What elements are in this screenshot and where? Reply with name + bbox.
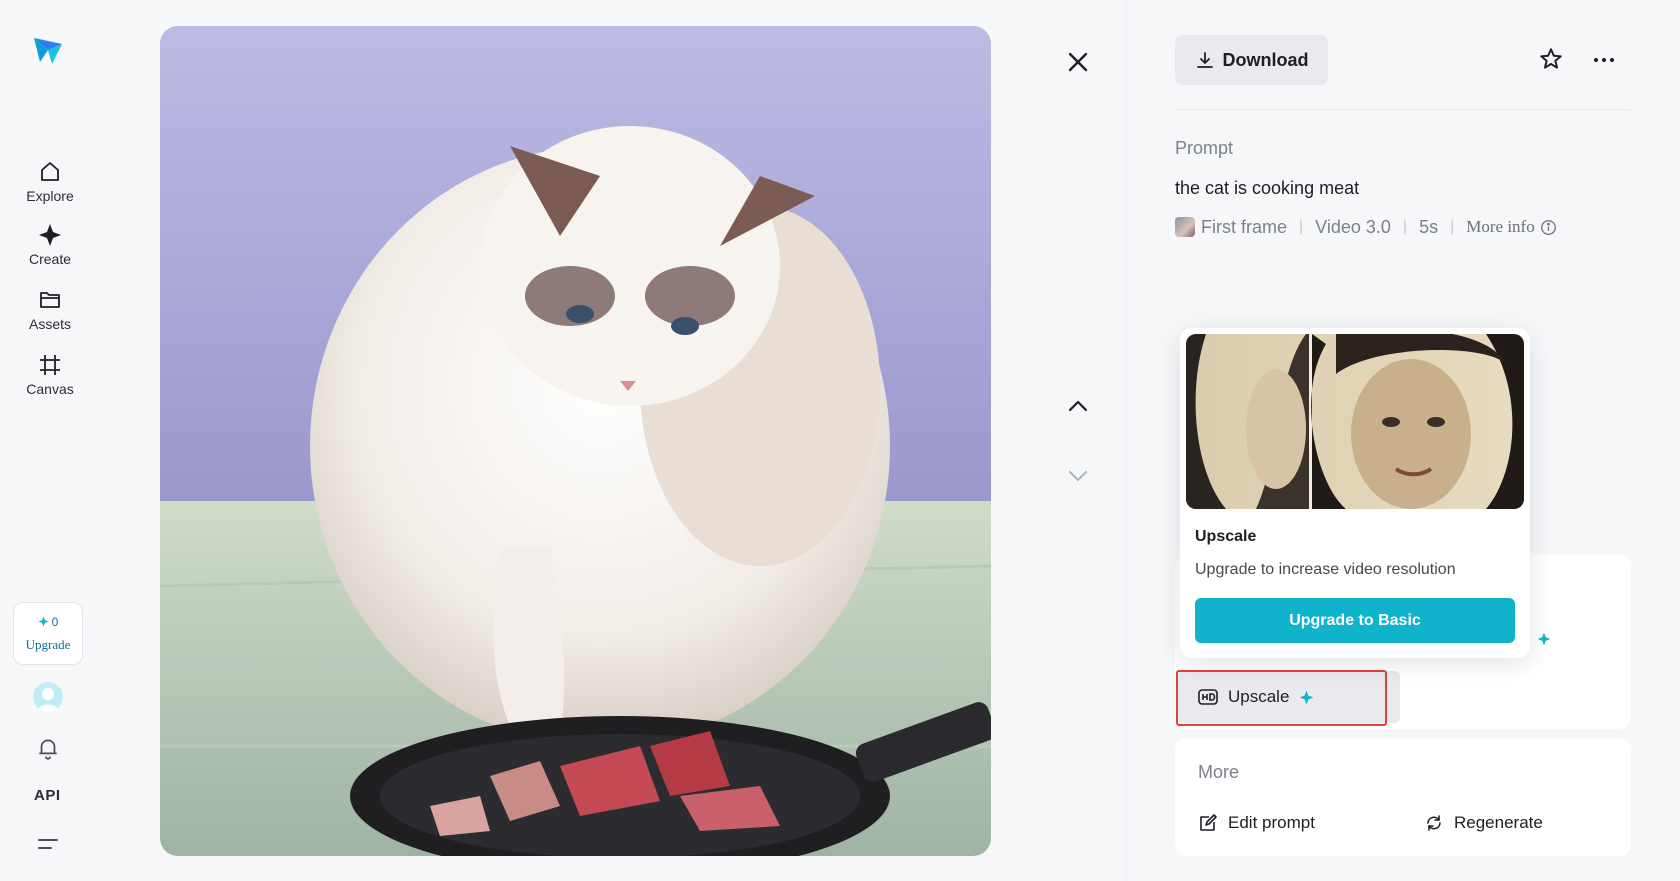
more-card — [1175, 738, 1631, 856]
app-logo-icon[interactable] — [30, 32, 66, 68]
home-icon — [41, 162, 59, 181]
crop-icon — [40, 355, 60, 375]
avatar[interactable] — [33, 682, 63, 712]
more-title: More — [1198, 762, 1240, 782]
edit-prompt-button[interactable]: Edit prompt — [1198, 813, 1315, 833]
sparkle-icon — [1537, 632, 1551, 646]
first-frame-label[interactable]: First frame — [1201, 217, 1287, 238]
regenerate-button[interactable]: Regenerate — [1424, 813, 1543, 833]
prompt-label: Prompt — [1175, 138, 1234, 158]
header-divider — [1175, 109, 1631, 110]
first-frame-thumbnail[interactable] — [1175, 217, 1195, 237]
more-options-icon[interactable] — [1592, 48, 1616, 72]
sparkle-icon — [39, 224, 61, 246]
upgrade-link[interactable]: Upgrade — [26, 637, 71, 653]
regenerate-label: Regenerate — [1454, 813, 1543, 832]
nav-label-assets: Assets — [28, 316, 71, 332]
nav-label-canvas: Canvas — [26, 381, 74, 397]
info-icon — [1540, 219, 1556, 235]
upscale-label: Upscale — [1228, 687, 1290, 706]
chevron-up-icon[interactable] — [1064, 392, 1092, 420]
hd-icon — [1198, 689, 1218, 705]
more-info-link[interactable]: More info — [1466, 217, 1556, 237]
prompt-text: the cat is cooking meat — [1175, 178, 1360, 198]
download-label: Download — [1222, 49, 1309, 70]
nav-label-explore: Explore — [26, 188, 74, 204]
credits-upgrade-box[interactable]: 0 Upgrade — [13, 602, 83, 665]
video-preview[interactable] — [160, 26, 991, 856]
popover-description: Upgrade to increase video resolution — [1195, 561, 1456, 578]
folder-icon — [40, 292, 60, 308]
chevron-down-icon[interactable] — [1064, 462, 1092, 490]
edit-prompt-label: Edit prompt — [1228, 813, 1315, 832]
meta-separator: | — [1402, 218, 1408, 235]
model-label: Video 3.0 — [1315, 216, 1391, 237]
panel-divider — [1126, 0, 1127, 881]
meta-separator: | — [1450, 218, 1455, 235]
refresh-icon — [1427, 815, 1441, 831]
duration-label: 5s — [1419, 216, 1439, 237]
credit-sparkle-icon — [38, 616, 49, 627]
left-nav: Explore Create Assets Canvas 0 Upgrade A… — [0, 0, 100, 881]
close-icon[interactable] — [1064, 48, 1092, 76]
meta-separator: | — [1299, 218, 1304, 235]
star-icon[interactable] — [1538, 46, 1564, 72]
download-button[interactable]: Download — [1175, 35, 1328, 85]
nav-item-assets[interactable]: Assets — [0, 288, 100, 332]
download-icon — [1196, 52, 1213, 68]
api-link[interactable]: API — [34, 787, 61, 804]
upscale-preview-image — [1186, 334, 1524, 509]
menu-icon[interactable] — [36, 836, 60, 856]
nav-label-create: Create — [28, 251, 72, 267]
edit-icon — [1200, 814, 1217, 831]
upscale-popover: Upscale Upgrade to increase video resolu… — [1180, 328, 1530, 658]
more-info-label: More info — [1466, 217, 1535, 236]
nav-item-create[interactable]: Create — [0, 223, 100, 267]
nav-item-canvas[interactable]: Canvas — [0, 353, 100, 397]
bell-icon[interactable] — [35, 735, 61, 761]
credits-count-value: 0 — [51, 614, 59, 629]
sparkle-icon — [1300, 690, 1314, 704]
credits-count: 0 — [38, 614, 59, 629]
nav-item-explore[interactable]: Explore — [0, 160, 100, 204]
popover-title: Upscale — [1195, 528, 1257, 545]
generation-meta: First frame | Video 3.0 | 5s | More info — [1175, 216, 1557, 238]
upgrade-to-basic-button[interactable]: Upgrade to Basic — [1195, 598, 1515, 643]
upscale-button[interactable]: Upscale — [1178, 671, 1400, 723]
